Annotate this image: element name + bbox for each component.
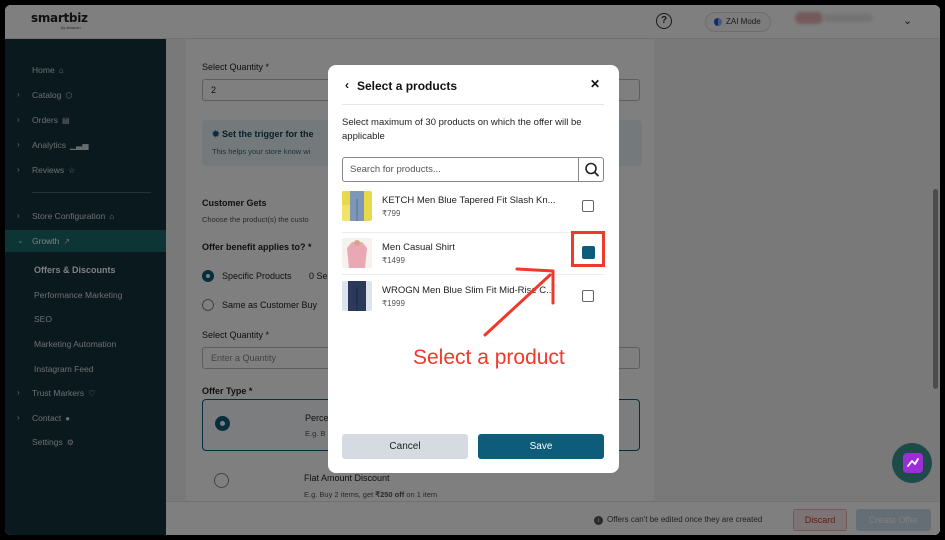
app-window: smartbiz by amazon ? ZAI Mode ⌄ Home⌂ › …	[5, 5, 940, 535]
assistant-fab[interactable]	[892, 443, 932, 483]
assistant-icon	[903, 453, 923, 473]
annotation-label: Select a product	[413, 346, 565, 369]
annotation-arrow-icon	[483, 267, 555, 337]
